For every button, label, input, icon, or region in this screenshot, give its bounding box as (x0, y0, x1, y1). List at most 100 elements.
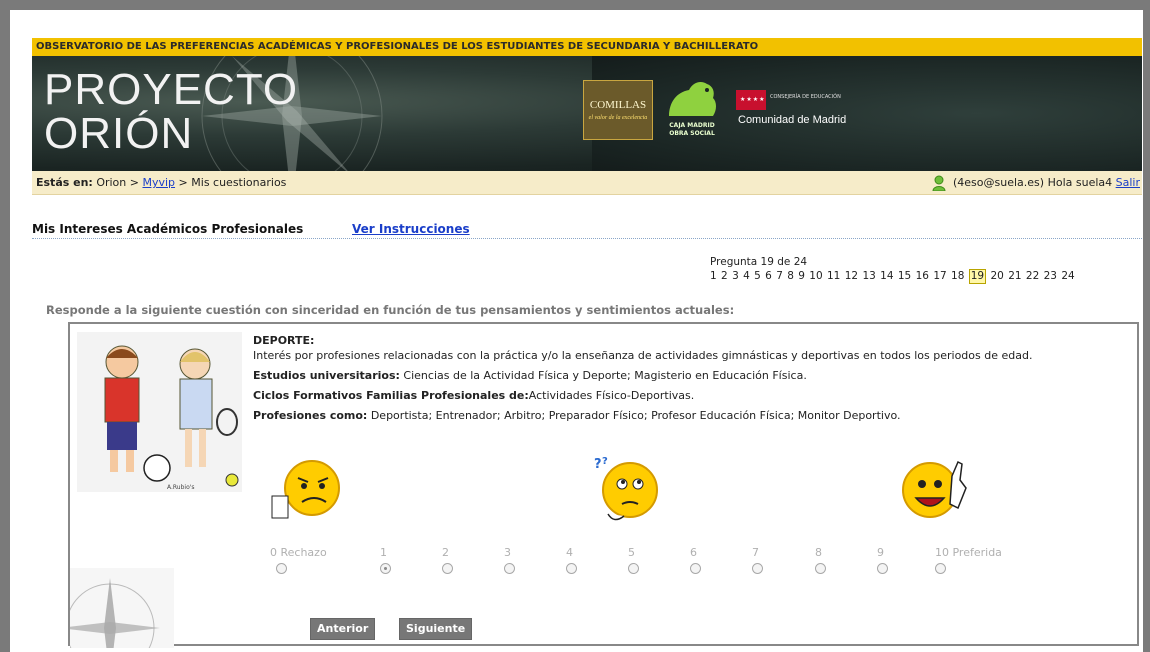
user-greeting: (4eso@suela.es) Hola suela4 (953, 176, 1113, 189)
rating-label: 9 (877, 546, 884, 559)
illustration-signature: A.Rubio's (167, 484, 195, 491)
rating-option-6: 6 (690, 546, 701, 574)
pager-page-23[interactable]: 23 (1044, 270, 1057, 283)
rating-radio-8[interactable] (815, 563, 826, 574)
happy-smiley-icon (902, 460, 967, 518)
caja-logo-subtext: OBRA SOCIAL (669, 130, 715, 137)
question-text: DEPORTE: Interés por profesiones relacio… (253, 334, 1123, 429)
comillas-logo: COMILLAS el valor de la excelencia (583, 80, 653, 140)
page-title: Mis Intereses Académicos Profesionales (32, 222, 304, 236)
rating-option-2: 2 (442, 546, 453, 574)
pager-page-20[interactable]: 20 (990, 270, 1003, 283)
pager-numbers: 1 2 3 4 5 6 7 8 9 10 11 12 13 14 15 16 1… (710, 269, 1076, 284)
brand-title-line1: PROYECTO (44, 65, 299, 114)
rating-option-1: 1 (380, 546, 391, 574)
breadcrumb-root: Orion (96, 176, 127, 189)
breadcrumb-separator: > (178, 176, 188, 189)
breadcrumb: Estás en: Orion > Myvip > Mis cuestionar… (36, 171, 286, 195)
pager-page-9[interactable]: 9 (798, 270, 805, 283)
question-cycles: Ciclos Formativos Familias Profesionales… (253, 389, 1123, 402)
rating-option-8: 8 (815, 546, 826, 574)
comillas-logo-subtext: el valor de la excelencia (588, 115, 648, 121)
caja-logo-text: CAJA MADRID (669, 122, 715, 129)
rating-radio-7[interactable] (752, 563, 763, 574)
cm-logo-text: Comunidad de Madrid (738, 114, 847, 126)
pager-page-13[interactable]: 13 (862, 270, 875, 283)
instructions-link[interactable]: Ver Instrucciones (352, 222, 470, 236)
pager-page-11[interactable]: 11 (827, 270, 840, 283)
pager-page-1[interactable]: 1 (710, 270, 717, 283)
rating-radio-3[interactable] (504, 563, 515, 574)
pager-page-22[interactable]: 22 (1026, 270, 1039, 283)
svg-text:?: ? (602, 456, 608, 467)
thinking-smiley-icon: ? ? (594, 456, 658, 521)
rating-label: 3 (504, 546, 511, 559)
question-box: A.Rubio's DEPORTE: Interés por profesion… (68, 322, 1139, 648)
rating-radio-5[interactable] (628, 563, 639, 574)
pager-label: Pregunta 19 de 24 (710, 256, 808, 268)
pager-page-12[interactable]: 12 (845, 270, 858, 283)
rating-label: 10 Preferida (935, 546, 1002, 559)
rating-radio-9[interactable] (877, 563, 888, 574)
rating-option-7: 7 (752, 546, 763, 574)
studies-value: Ciencias de la Actividad Física y Deport… (399, 369, 807, 382)
question-professions: Profesiones como: Deportista; Entrenador… (253, 409, 1123, 422)
rating-radio-6[interactable] (690, 563, 701, 574)
cycles-label: Ciclos Formativos Familias Profesionales… (253, 389, 529, 402)
question-pager: Pregunta 19 de 24 1 2 3 4 5 6 7 8 9 10 1… (710, 256, 1076, 284)
rating-label: 8 (815, 546, 822, 559)
pager-page-17[interactable]: 17 (933, 270, 946, 283)
pager-page-4[interactable]: 4 (743, 270, 750, 283)
logout-link[interactable]: Salir (1116, 176, 1140, 189)
comunidad-madrid-logo: ★★★★ CONSEJERÍA DE EDUCACIÓN Comunidad d… (736, 90, 866, 130)
pager-page-15[interactable]: 15 (898, 270, 911, 283)
rating-label: 4 (566, 546, 573, 559)
rating-radio-1[interactable] (380, 563, 391, 574)
rating-option-4: 4 (566, 546, 577, 574)
rating-label: 6 (690, 546, 697, 559)
angry-smiley-icon (271, 460, 340, 519)
pager-page-21[interactable]: 21 (1008, 270, 1021, 283)
professions-value: Deportista; Entrenador; Arbitro; Prepara… (367, 409, 901, 422)
rating-radio-10[interactable] (935, 563, 946, 574)
previous-button[interactable]: Anterior (310, 618, 376, 640)
next-button[interactable]: Siguiente (399, 618, 473, 640)
pager-page-8[interactable]: 8 (787, 270, 794, 283)
comillas-logo-text: COMILLAS (589, 99, 647, 111)
madrid-flag-icon: ★★★★ (736, 90, 766, 110)
pager-page-14[interactable]: 14 (880, 270, 893, 283)
pager-page-16[interactable]: 16 (916, 270, 929, 283)
pager-page-3[interactable]: 3 (732, 270, 739, 283)
cycles-value: Actividades Físico-Deportivas. (528, 389, 695, 402)
bear-icon (669, 82, 716, 116)
pager-page-7[interactable]: 7 (776, 270, 783, 283)
rating-radio-4[interactable] (566, 563, 577, 574)
header-top-band: OBSERVATORIO DE LAS PREFERENCIAS ACADÉMI… (32, 38, 1142, 56)
svg-text:?: ? (594, 457, 602, 472)
question-studies: Estudios universitarios: Ciencias de la … (253, 369, 1123, 382)
rating-label: 5 (628, 546, 635, 559)
question-title: DEPORTE: (253, 334, 315, 347)
pager-page-24[interactable]: 24 (1061, 270, 1074, 283)
rating-radio-0[interactable] (276, 563, 287, 574)
brand-title-line2: ORIÓN (44, 109, 194, 158)
pager-page-19[interactable]: 19 (968, 269, 987, 284)
studies-label: Estudios universitarios: (253, 369, 400, 382)
rating-label: 7 (752, 546, 759, 559)
pager-page-6[interactable]: 6 (765, 270, 772, 283)
pager-page-10[interactable]: 10 (809, 270, 822, 283)
pager-page-2[interactable]: 2 (721, 270, 728, 283)
user-info: (4eso@suela.es) Hola suela4 Salir (931, 171, 1140, 195)
breadcrumb-bar: Estás en: Orion > Myvip > Mis cuestionar… (32, 171, 1142, 195)
breadcrumb-link-myvip[interactable]: Myvip (142, 176, 175, 189)
rating-option-10: 10 Preferida (935, 546, 1002, 574)
pager-page-18[interactable]: 18 (951, 270, 964, 283)
professions-label: Profesiones como: (253, 409, 368, 422)
breadcrumb-separator: > (129, 176, 139, 189)
caja-madrid-logo: CAJA MADRID OBRA SOCIAL (663, 76, 721, 146)
rating-radio-2[interactable] (442, 563, 453, 574)
pager-page-5[interactable]: 5 (754, 270, 761, 283)
rating-option-5: 5 (628, 546, 639, 574)
section-header: Mis Intereses Académicos Profesionales V… (32, 222, 1142, 239)
rating-option-0: 0 Rechazo (270, 546, 327, 574)
